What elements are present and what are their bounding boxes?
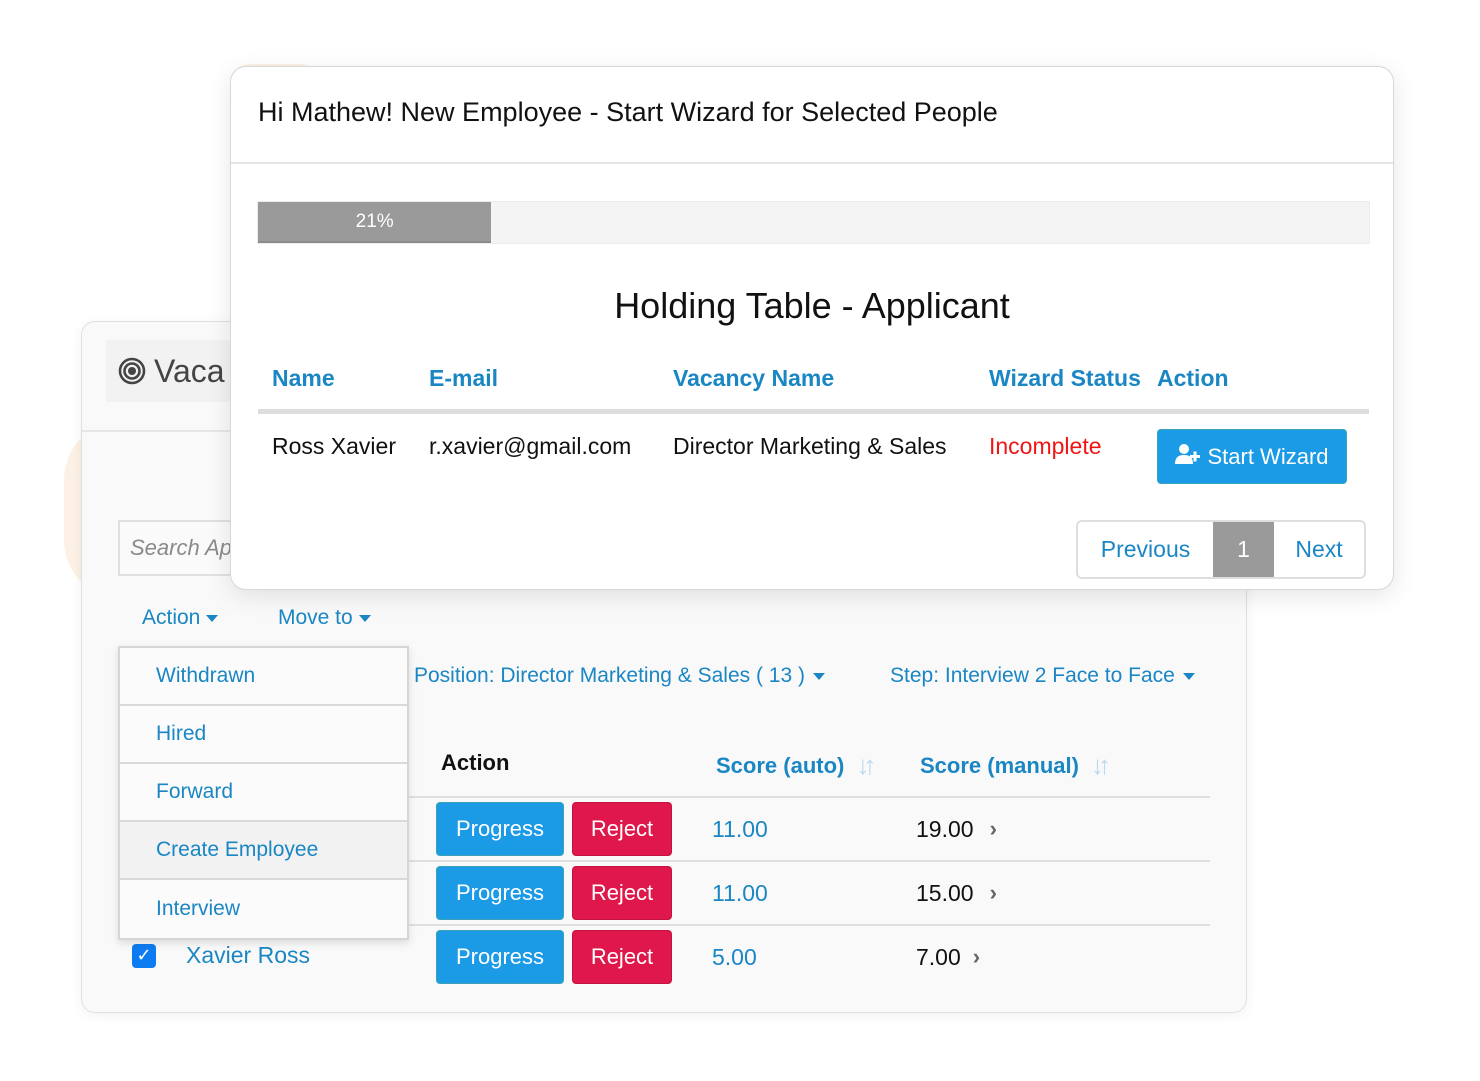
action-label: Action: [142, 606, 201, 629]
column-header-score-manual[interactable]: Score (manual) ↓↑: [920, 750, 1111, 781]
score-manual: 7.00 ›: [916, 944, 980, 971]
column-label: Score (manual): [920, 752, 1079, 778]
score-manual-value: 19.00: [916, 815, 974, 842]
reject-button[interactable]: Reject: [572, 930, 672, 984]
table-row: Progress Reject 5.00 7.00 ›: [436, 930, 980, 984]
menu-item-hired[interactable]: Hired: [120, 706, 407, 764]
pagination: Previous 1 Next: [1076, 520, 1366, 579]
pagination-next[interactable]: Next: [1274, 522, 1364, 577]
row-checkbox[interactable]: ✓: [132, 943, 156, 968]
header-divider: [258, 409, 1369, 414]
table-row: Progress Reject 11.00 19.00 ›: [436, 802, 997, 856]
position-filter[interactable]: Position: Director Marketing & Sales ( 1…: [414, 664, 825, 688]
start-wizard-button[interactable]: Start Wizard: [1157, 429, 1347, 484]
row-divider: [408, 796, 1210, 798]
add-user-icon: [1175, 443, 1201, 471]
column-header-action: Action: [1157, 365, 1229, 391]
chevron-right-icon[interactable]: ›: [990, 816, 997, 842]
holding-table-title: Holding Table - Applicant: [614, 285, 1010, 326]
progress-bar: 21%: [257, 201, 1370, 244]
row-divider: [408, 924, 1210, 926]
column-label: Action: [441, 750, 510, 775]
vacancy-name: Director Marketing & Sales: [673, 433, 947, 459]
applicant-email: r.xavier@gmail.com: [429, 433, 632, 459]
menu-item-withdrawn[interactable]: Withdrawn: [120, 648, 407, 706]
score-manual-value: 7.00: [916, 943, 961, 970]
applicant-select: ✓ Xavier Ross: [132, 942, 310, 969]
sort-icon[interactable]: ↓↑: [856, 750, 876, 781]
row-divider: [408, 860, 1210, 862]
step-filter[interactable]: Step: Interview 2 Face to Face: [890, 664, 1195, 688]
column-header-name: Name: [272, 365, 335, 391]
score-auto: 11.00: [712, 815, 768, 842]
caret-down-icon: [1182, 672, 1195, 680]
progress-label: 21%: [355, 210, 394, 232]
applicant-name: Ross Xavier: [272, 433, 396, 459]
score-manual: 19.00 ›: [916, 816, 997, 843]
panel-header: Vaca: [106, 340, 246, 402]
reject-button[interactable]: Reject: [572, 866, 672, 920]
caret-down-icon: [206, 614, 219, 622]
chevron-right-icon[interactable]: ›: [973, 944, 980, 970]
progress-button[interactable]: Progress: [436, 930, 564, 984]
column-label: Score (auto): [716, 752, 845, 778]
move-to-label: Move to: [278, 606, 353, 629]
progress-button[interactable]: Progress: [436, 802, 564, 856]
modal-title: Hi Mathew! New Employee - Start Wizard f…: [258, 97, 998, 127]
score-manual-value: 15.00: [916, 879, 974, 906]
start-wizard-label: Start Wizard: [1207, 443, 1329, 469]
progress-bar-fill: 21%: [258, 202, 492, 243]
menu-item-create-employee[interactable]: Create Employee: [120, 822, 407, 880]
reject-button[interactable]: Reject: [572, 802, 672, 856]
position-filter-label: Position: Director Marketing & Sales ( 1…: [414, 664, 805, 687]
panel-title: Vaca: [154, 352, 225, 389]
column-header-score-auto[interactable]: Score (auto) ↓↑: [716, 750, 876, 781]
menu-item-interview[interactable]: Interview: [120, 880, 407, 938]
column-header-wizard-status: Wizard Status: [989, 365, 1141, 391]
score-auto: 11.00: [712, 879, 768, 906]
caret-down-icon: [358, 614, 371, 622]
progress-button[interactable]: Progress: [436, 866, 564, 920]
action-dropdown-toggle[interactable]: Action: [142, 606, 219, 630]
caret-down-icon: [812, 672, 825, 680]
pagination-previous[interactable]: Previous: [1078, 522, 1213, 577]
move-to-dropdown-toggle[interactable]: Move to: [278, 606, 371, 630]
score-manual: 15.00 ›: [916, 880, 997, 907]
wizard-status: Incomplete: [989, 433, 1102, 459]
column-header-vacancy-name: Vacancy Name: [673, 365, 835, 391]
applicant-name-link[interactable]: Xavier Ross: [186, 942, 310, 969]
menu-item-forward[interactable]: Forward: [120, 764, 407, 822]
step-filter-label: Step: Interview 2 Face to Face: [890, 664, 1175, 687]
chevron-right-icon[interactable]: ›: [990, 880, 997, 906]
score-auto: 5.00: [712, 943, 757, 970]
table-row: Progress Reject 11.00 15.00 ›: [436, 866, 997, 920]
target-icon: [118, 357, 146, 385]
start-wizard-modal: Hi Mathew! New Employee - Start Wizard f…: [230, 66, 1394, 590]
column-header-action: Action: [441, 750, 509, 776]
action-dropdown-menu: Withdrawn Hired Forward Create Employee …: [118, 646, 409, 940]
sort-icon[interactable]: ↓↑: [1091, 750, 1111, 781]
divider: [231, 162, 1393, 164]
column-header-email: E-mail: [429, 365, 499, 391]
pagination-page-current[interactable]: 1: [1213, 522, 1274, 577]
